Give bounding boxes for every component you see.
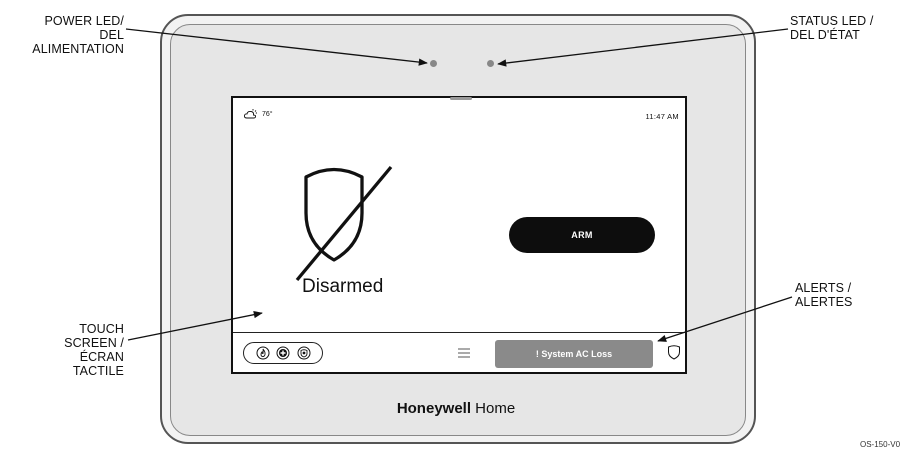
- power-led-leader: [125, 28, 428, 66]
- touch-screen-leader: [127, 311, 263, 341]
- status-led-leader: [497, 28, 789, 67]
- alerts-leader: [657, 296, 793, 342]
